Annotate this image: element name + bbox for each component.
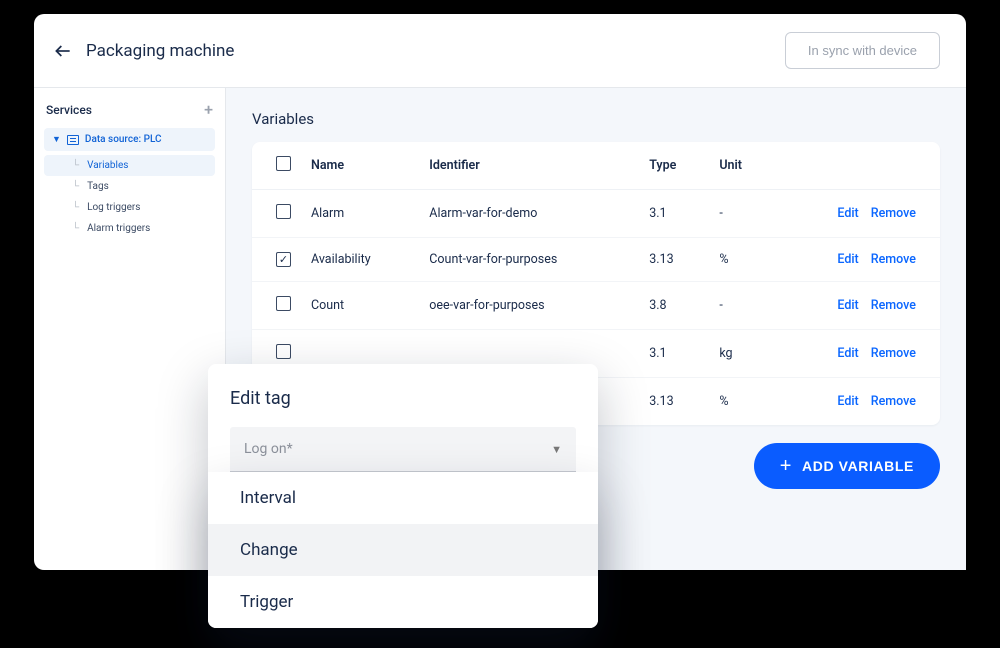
back-arrow-icon[interactable] xyxy=(52,40,74,62)
column-header-name: Name xyxy=(301,142,419,190)
header-bar: Packaging machine In sync with device xyxy=(34,14,966,88)
tree-branch-icon: └ xyxy=(72,223,79,234)
edit-link[interactable]: Edit xyxy=(837,298,858,313)
cell-type: 3.8 xyxy=(639,282,709,330)
data-source-icon xyxy=(67,135,79,145)
dropdown-option-trigger[interactable]: Trigger xyxy=(208,576,598,628)
cell-name: Availability xyxy=(301,238,419,282)
cell-unit: % xyxy=(709,238,772,282)
sidebar-item-log-triggers[interactable]: └ Log triggers xyxy=(44,197,215,218)
column-header-type: Type xyxy=(639,142,709,190)
sidebar-item-label: Log triggers xyxy=(87,202,140,213)
sidebar-node-data-source[interactable]: ▼ Data source: PLC xyxy=(44,128,215,151)
row-checkbox[interactable] xyxy=(276,344,291,359)
sidebar-item-variables[interactable]: └ Variables xyxy=(44,155,215,176)
sidebar-item-label: Alarm triggers xyxy=(87,223,150,234)
remove-link[interactable]: Remove xyxy=(871,252,916,267)
add-variable-button[interactable]: + ADD VARIABLE xyxy=(754,443,940,489)
table-row: Countoee-var-for-purposes3.8- Edit Remove xyxy=(252,282,940,330)
column-header-identifier: Identifier xyxy=(419,142,639,190)
cell-unit: - xyxy=(709,282,772,330)
cell-name: Count xyxy=(301,282,419,330)
cell-name: Alarm xyxy=(301,190,419,238)
sidebar-node-label: Data source: PLC xyxy=(85,134,162,145)
column-header-checkbox[interactable] xyxy=(252,142,301,190)
header-left: Packaging machine xyxy=(52,40,234,62)
edit-tag-popover: Edit tag Log on* ▼ IntervalChangeTrigger xyxy=(208,364,598,628)
caret-down-icon: ▼ xyxy=(52,134,61,145)
edit-link[interactable]: Edit xyxy=(837,346,858,361)
table-row: AlarmAlarm-var-for-demo3.1- Edit Remove xyxy=(252,190,940,238)
chevron-down-icon: ▼ xyxy=(551,443,562,456)
edit-link[interactable]: Edit xyxy=(837,206,858,221)
cell-type: 3.1 xyxy=(639,190,709,238)
sidebar-children: └ Variables └ Tags └ Log triggers └ Alarm trigg… xyxy=(44,155,215,239)
sidebar-item-tags[interactable]: └ Tags xyxy=(44,176,215,197)
log-on-dropdown: IntervalChangeTrigger xyxy=(208,472,598,628)
sidebar-item-label: Tags xyxy=(87,181,109,192)
popover-title: Edit tag xyxy=(230,388,576,409)
column-header-actions xyxy=(773,142,940,190)
sidebar-heading: Services xyxy=(46,103,92,117)
cell-unit: - xyxy=(709,190,772,238)
sidebar: Services + ▼ Data source: PLC └ Variables… xyxy=(34,88,226,570)
tree-branch-icon: └ xyxy=(72,160,79,171)
tree-branch-icon: └ xyxy=(72,181,79,192)
cell-identifier: Alarm-var-for-demo xyxy=(419,190,639,238)
cell-identifier: Count-var-for-purposes xyxy=(419,238,639,282)
remove-link[interactable]: Remove xyxy=(871,346,916,361)
row-checkbox[interactable] xyxy=(276,204,291,219)
select-label: Log on* xyxy=(244,441,293,457)
cell-identifier: oee-var-for-purposes xyxy=(419,282,639,330)
row-checkbox[interactable] xyxy=(276,252,291,267)
cell-unit: % xyxy=(709,378,772,426)
cell-type: 3.13 xyxy=(639,378,709,426)
sidebar-item-label: Variables xyxy=(87,160,128,171)
sidebar-heading-row: Services + xyxy=(44,102,215,128)
log-on-select[interactable]: Log on* ▼ xyxy=(230,427,576,472)
app-window: Packaging machine In sync with device Se… xyxy=(34,14,966,570)
edit-link[interactable]: Edit xyxy=(837,394,858,409)
row-checkbox[interactable] xyxy=(276,296,291,311)
add-service-icon[interactable]: + xyxy=(204,102,213,118)
sidebar-item-alarm-triggers[interactable]: └ Alarm triggers xyxy=(44,218,215,239)
remove-link[interactable]: Remove xyxy=(871,206,916,221)
cell-unit: kg xyxy=(709,330,772,378)
sync-status-button[interactable]: In sync with device xyxy=(785,32,940,69)
section-title: Variables xyxy=(252,110,940,128)
add-variable-label: ADD VARIABLE xyxy=(802,458,914,474)
edit-link[interactable]: Edit xyxy=(837,252,858,267)
cell-type: 3.1 xyxy=(639,330,709,378)
remove-link[interactable]: Remove xyxy=(871,394,916,409)
tree-branch-icon: └ xyxy=(72,202,79,213)
dropdown-option-change[interactable]: Change xyxy=(208,524,598,576)
cell-type: 3.13 xyxy=(639,238,709,282)
page-title: Packaging machine xyxy=(86,41,234,61)
remove-link[interactable]: Remove xyxy=(871,298,916,313)
column-header-unit: Unit xyxy=(709,142,772,190)
table-row: AvailabilityCount-var-for-purposes3.13% E… xyxy=(252,238,940,282)
dropdown-option-interval[interactable]: Interval xyxy=(208,472,598,524)
plus-icon: + xyxy=(780,456,792,476)
